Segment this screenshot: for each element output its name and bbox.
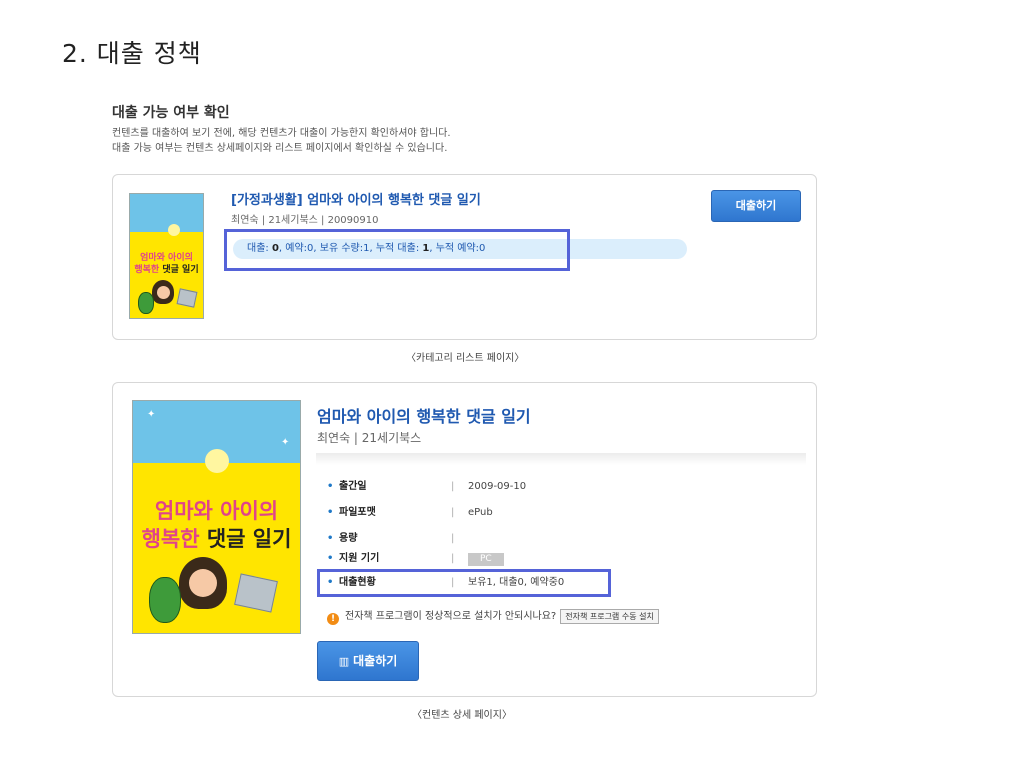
divider: [316, 453, 806, 465]
book-icon: ▥: [338, 655, 350, 668]
book-cover-image[interactable]: ✦ ✦ 엄마와 아이의 행복한 댓글 일기: [132, 400, 301, 634]
description-line: 대출 가능 여부는 컨텐츠 상세페이지와 리스트 페이지에서 확인하실 수 있습…: [112, 143, 448, 154]
detail-page-card: ✦ ✦ 엄마와 아이의 행복한 댓글 일기 엄마와 아이의 행복한 댓글 일기 …: [112, 382, 817, 697]
device-chip: PC: [468, 553, 504, 566]
caption-detail-page: 〈컨텐츠 상세 페이지〉: [412, 710, 512, 721]
highlight-box: [224, 229, 570, 271]
cover-girl-face: [189, 569, 217, 597]
cover-heading-line: 행복한 댓글 일기: [134, 265, 199, 275]
cover-heading: 엄마와 아이의 행복한 댓글 일기: [133, 497, 300, 553]
borrow-button[interactable]: ▥ 대출하기: [317, 641, 419, 681]
borrow-button[interactable]: 대출하기: [711, 190, 801, 222]
book-title[interactable]: 엄마와 아이의 행복한 댓글 일기: [317, 403, 531, 427]
warning-icon: !: [327, 613, 339, 625]
separator: |: [451, 507, 455, 518]
info-label: 용량: [339, 533, 358, 544]
borrow-button-label: 대출하기: [353, 654, 398, 668]
book-meta: 최연숙 | 21세기북스 | 20090910: [231, 215, 379, 226]
book-cover-image[interactable]: 엄마와 아이의 행복한 댓글 일기: [129, 193, 204, 319]
cover-bird-icon: ✦: [147, 409, 156, 420]
book-title[interactable]: [가정과생활] 엄마와 아이의 행복한 댓글 일기: [231, 189, 481, 208]
bullet: •: [327, 507, 334, 518]
cover-watermelon: [138, 292, 154, 314]
bullet: •: [327, 533, 334, 544]
separator: |: [451, 533, 455, 544]
bullet: •: [327, 481, 334, 492]
program-notice: ! 전자책 프로그램이 정상적으로 설치가 안되시나요? 전자책 프로그램 수동 설…: [327, 607, 659, 625]
cover-sky: [130, 194, 203, 232]
list-page-card: 엄마와 아이의 행복한 댓글 일기 [가정과생활] 엄마와 아이의 행복한 댓글…: [112, 174, 817, 340]
info-label: 지원 기기: [339, 553, 380, 564]
book-title-text[interactable]: 엄마와 아이의 행복한 댓글 일기: [303, 193, 481, 208]
cover-watermelon: [149, 577, 181, 623]
description-line: 컨텐츠를 대출하여 보기 전에, 해당 컨텐츠가 대출이 가능한지 확인하셔야 …: [112, 128, 451, 139]
caption-list-page: 〈카테고리 리스트 페이지〉: [406, 353, 525, 364]
cover-sun: [168, 224, 180, 236]
slide-title: 2. 대출 정책: [62, 39, 202, 68]
cover-heading-line: 엄마와 아이의: [140, 253, 193, 263]
info-value: ePub: [468, 507, 493, 518]
highlight-box: [317, 569, 611, 597]
book-category[interactable]: [가정과생활]: [231, 193, 303, 208]
manual-install-button[interactable]: 전자책 프로그램 수동 설치: [560, 609, 659, 624]
section-description: 컨텐츠를 대출하여 보기 전에, 해당 컨텐츠가 대출이 가능한지 확인하셔야 …: [112, 126, 451, 156]
cover-girl-face: [157, 286, 170, 299]
cover-bird-icon: ✦: [281, 437, 290, 448]
cover-heading-line: 엄마와 아이의: [154, 499, 279, 523]
cover-notepad: [176, 288, 198, 308]
bullet: •: [327, 553, 334, 564]
info-label: 출간일: [339, 481, 367, 492]
cover-heading: 엄마와 아이의 행복한 댓글 일기: [130, 252, 203, 276]
separator: |: [451, 481, 455, 492]
book-meta: 최연숙 | 21세기북스: [317, 431, 422, 445]
info-label: 파일포맷: [339, 507, 376, 518]
info-value: PC: [468, 551, 504, 567]
cover-heading-line: 행복한 댓글 일기: [141, 527, 292, 551]
notice-text: 전자책 프로그램이 정상적으로 설치가 안되시나요?: [345, 611, 557, 622]
cover-notepad: [234, 573, 278, 613]
cover-sun: [205, 449, 229, 473]
info-value: 2009-09-10: [468, 481, 527, 492]
separator: |: [451, 553, 455, 564]
section-title: 대출 가능 여부 확인: [112, 105, 230, 121]
